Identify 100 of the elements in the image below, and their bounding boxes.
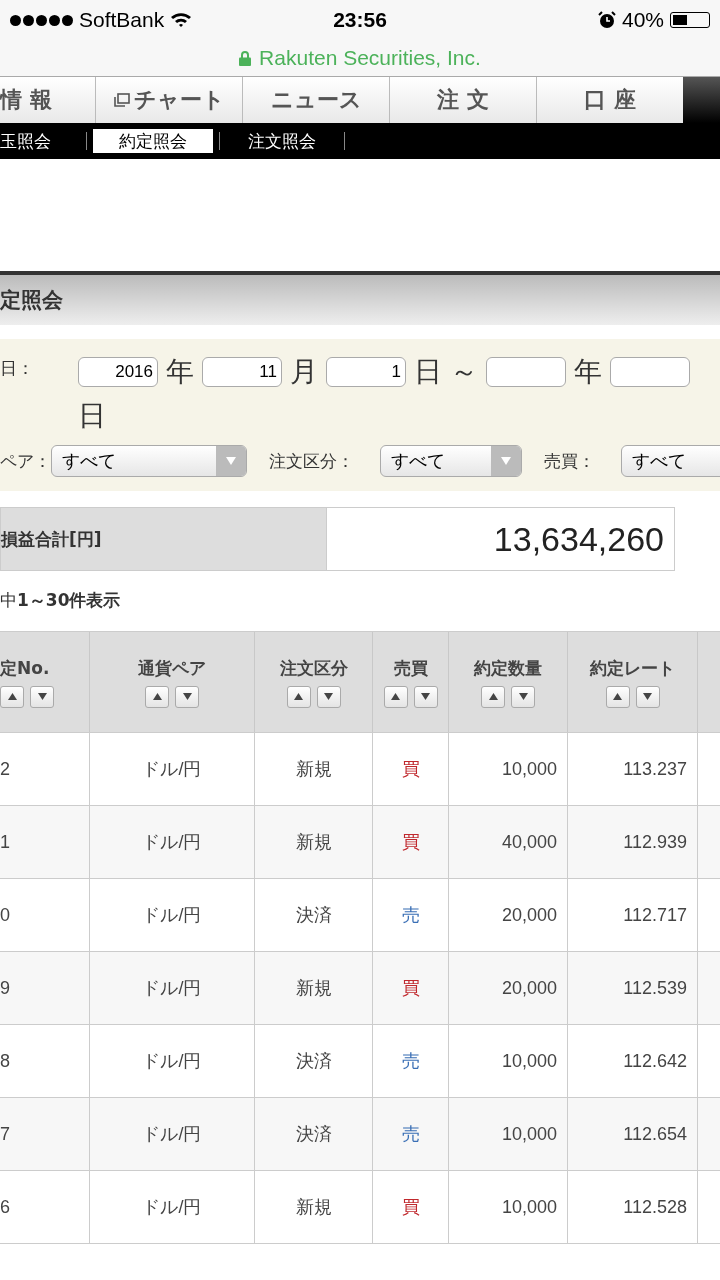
table-cell: 10,000 xyxy=(449,733,568,805)
table-cell: 20,000 xyxy=(449,879,568,951)
month-input[interactable]: 11 xyxy=(202,357,282,387)
nav-tab[interactable]: チャート xyxy=(95,77,242,123)
table-cell: 112.539 xyxy=(568,952,698,1024)
page-title: 定照会 xyxy=(0,275,720,325)
column-label: 約定レート xyxy=(590,656,675,680)
sort-descending-button[interactable] xyxy=(316,685,341,708)
filter-label: 売買： xyxy=(544,449,595,473)
table-cell: 112.939 xyxy=(568,806,698,878)
lock-icon xyxy=(239,50,252,66)
table-cell: 20,000 xyxy=(449,952,568,1024)
table-cell: 9 xyxy=(0,952,90,1024)
tab-bar-end xyxy=(683,77,720,123)
table-cell: 113.237 xyxy=(568,733,698,805)
table-cell: ドル/円 xyxy=(90,1098,255,1170)
table-cell: 新規 xyxy=(255,1171,373,1243)
alarm-clock-icon xyxy=(597,11,616,29)
table-cell: 112.528 xyxy=(568,1171,698,1243)
clock-time: 23:56 xyxy=(333,8,387,32)
table-cell: 売 xyxy=(373,879,449,951)
sort-ascending-button[interactable] xyxy=(481,685,505,708)
table-cell: 決済 xyxy=(255,1025,373,1097)
table-cell: ドル/円 xyxy=(90,879,255,951)
column-label: 通貨ペア xyxy=(138,656,206,680)
table-cell: 112.654 xyxy=(568,1098,698,1170)
sort-ascending-button[interactable] xyxy=(145,685,169,708)
sort-descending-button[interactable] xyxy=(511,685,535,708)
year-unit: 年 xyxy=(574,354,602,390)
subnav-link[interactable]: 約定照会 xyxy=(93,129,213,153)
sort-descending-button[interactable] xyxy=(175,685,199,708)
filter-label: 注文区分： xyxy=(269,449,354,473)
year-input[interactable]: 2016 xyxy=(78,357,158,387)
table-cell: 8 xyxy=(0,1025,90,1097)
sort-ascending-button[interactable] xyxy=(383,685,408,708)
day-unit: 日 xyxy=(78,398,106,434)
total-label: 損益合計[円] xyxy=(1,508,327,570)
dropdown-arrow-icon xyxy=(501,457,511,465)
table-cell: ドル/円 xyxy=(90,733,255,805)
column-label: 売買 xyxy=(393,656,428,680)
battery-percent: 40% xyxy=(621,8,664,32)
triangle-down-icon xyxy=(37,693,47,700)
table-cell: 買 xyxy=(373,806,449,878)
table-cell: 買 xyxy=(373,952,449,1024)
sort-ascending-button[interactable] xyxy=(286,685,311,708)
sort-descending-button[interactable] xyxy=(635,685,660,708)
table-cell: ドル/円 xyxy=(90,1025,255,1097)
day-input[interactable]: 1 xyxy=(326,357,406,387)
table-cell: 7 xyxy=(0,1098,90,1170)
dropdown[interactable]: すべて xyxy=(380,445,522,477)
table-cell: 40,000 xyxy=(449,806,568,878)
table-cell: 売 xyxy=(373,1098,449,1170)
triangle-down-icon xyxy=(324,693,333,700)
table-cell: 新規 xyxy=(255,806,373,878)
dropdown[interactable]: すべて xyxy=(51,445,247,477)
year-input[interactable] xyxy=(486,357,566,387)
table-cell: ドル/円 xyxy=(90,1171,255,1243)
table-cell: 買 xyxy=(373,733,449,805)
subnav-link[interactable]: 玉照会 xyxy=(0,129,80,153)
month-input[interactable] xyxy=(610,357,690,387)
table-cell: 2 xyxy=(0,733,90,805)
sort-descending-button[interactable] xyxy=(413,685,438,708)
table-cell: 1 xyxy=(0,806,90,878)
table-cell: 新規 xyxy=(255,733,373,805)
battery-icon xyxy=(670,12,710,28)
triangle-down-icon xyxy=(518,693,528,700)
result-count: 中1～30件表示 xyxy=(0,589,122,612)
triangle-down-icon xyxy=(643,693,652,700)
signal-dots-icon xyxy=(10,14,73,26)
date-label: 日： xyxy=(0,357,35,380)
table-cell: 112.642 xyxy=(568,1025,698,1097)
dropdown[interactable]: すべて xyxy=(621,445,720,477)
triangle-up-icon xyxy=(294,693,303,700)
nav-tab[interactable]: 口 座 xyxy=(536,77,683,123)
sort-ascending-button[interactable] xyxy=(605,685,630,708)
triangle-up-icon xyxy=(7,693,17,700)
subnav-link[interactable]: 注文照会 xyxy=(226,129,338,153)
triangle-up-icon xyxy=(488,693,498,700)
day-unit: 日 xyxy=(414,354,442,390)
table-cell: 決済 xyxy=(255,879,373,951)
table-cell: 6 xyxy=(0,1171,90,1243)
total-value: 13,634,260 xyxy=(492,518,665,560)
column-label: 約定数量 xyxy=(474,656,542,680)
triangle-down-icon xyxy=(421,693,430,700)
nav-tab[interactable]: 注 文 xyxy=(389,77,536,123)
triangle-down-icon xyxy=(182,693,192,700)
triangle-up-icon xyxy=(613,693,622,700)
carrier-name: SoftBank xyxy=(79,8,165,32)
table-cell: 新規 xyxy=(255,952,373,1024)
table-cell: 10,000 xyxy=(449,1098,568,1170)
table-cell: 決済 xyxy=(255,1098,373,1170)
tilde: ～ xyxy=(450,354,478,390)
triangle-up-icon xyxy=(391,693,400,700)
nav-tab[interactable]: ニュース xyxy=(242,77,389,123)
sort-descending-button[interactable] xyxy=(30,685,54,708)
filter-label: ペア： xyxy=(0,449,51,473)
table-cell: 10,000 xyxy=(449,1025,568,1097)
table-cell: 112.717 xyxy=(568,879,698,951)
year-unit: 年 xyxy=(166,354,194,390)
sort-ascending-button[interactable] xyxy=(0,685,24,708)
